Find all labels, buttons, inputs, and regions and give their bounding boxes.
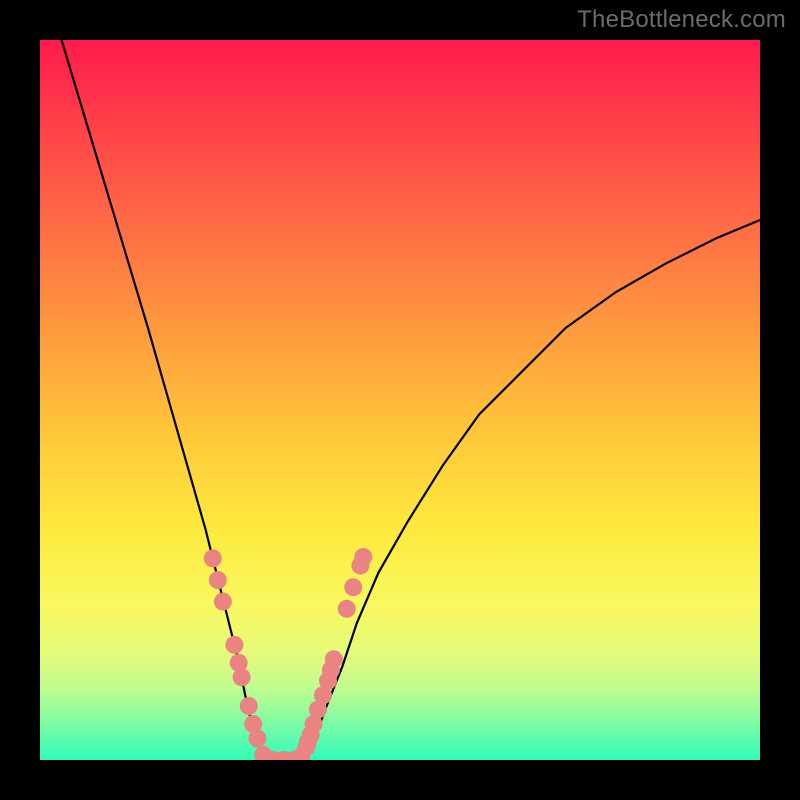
highlight-dot (209, 571, 227, 589)
highlight-dot (204, 549, 222, 567)
watermark-text: TheBottleneck.com (577, 6, 786, 34)
highlight-dot (225, 636, 243, 654)
highlight-dot (338, 600, 356, 618)
highlight-dot (325, 650, 343, 668)
chart-frame: TheBottleneck.com (0, 0, 800, 800)
highlight-dot (214, 593, 232, 611)
plot-area (40, 40, 760, 760)
bottleneck-curve (62, 40, 760, 760)
highlight-dot (240, 697, 258, 715)
highlight-dot (344, 578, 362, 596)
highlight-dot (233, 668, 251, 686)
highlight-dot (248, 729, 266, 747)
highlight-dot (354, 548, 372, 566)
chart-svg (40, 40, 760, 760)
